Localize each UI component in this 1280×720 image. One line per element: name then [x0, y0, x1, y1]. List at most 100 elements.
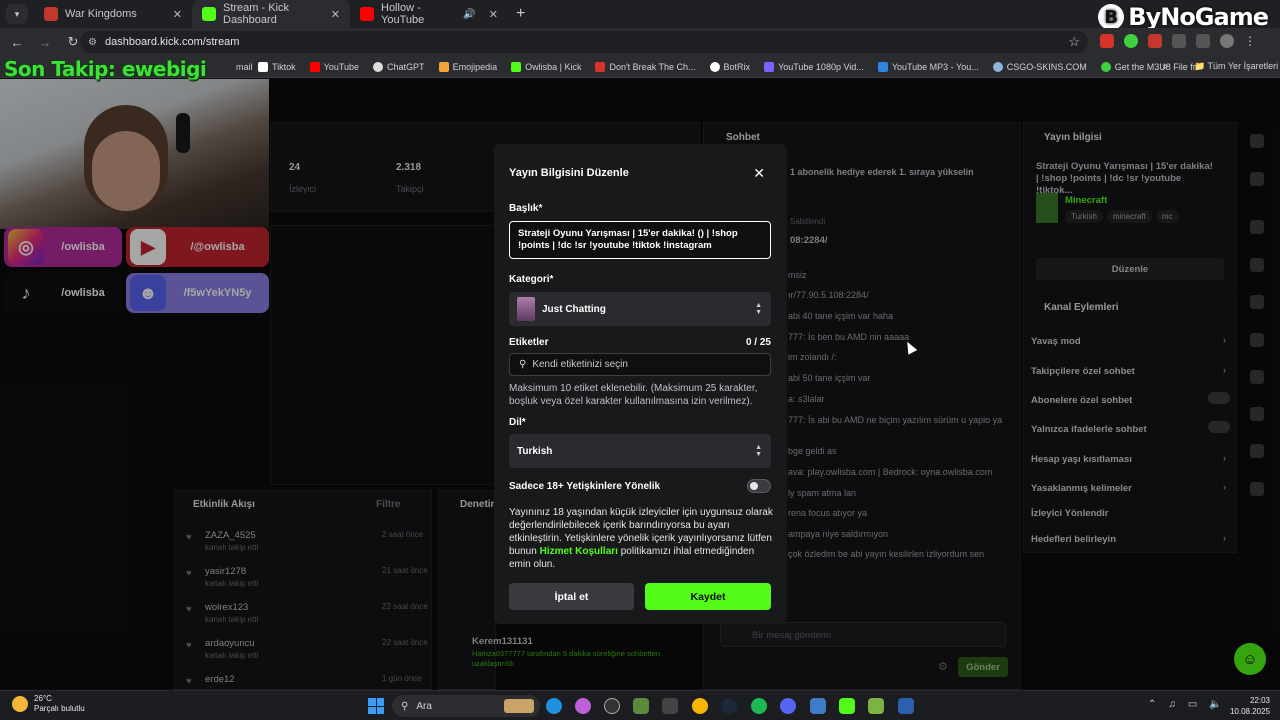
bookmark-chatgpt[interactable]: ChatGPT	[373, 61, 425, 72]
bookmark-youtube-1080p[interactable]: YouTube 1080p Vid...	[764, 61, 864, 72]
channel-action-row[interactable]: Yavaş mod ›	[1031, 335, 1226, 347]
minecraft-launcher-icon[interactable]	[868, 698, 884, 714]
bookmark-emojipedia[interactable]: Emojipedia	[438, 61, 497, 72]
capcut-icon[interactable]	[662, 698, 678, 714]
action-toggle[interactable]	[1208, 392, 1230, 404]
microphone-icon[interactable]: ♫	[1168, 699, 1176, 710]
vpn-icon[interactable]	[898, 698, 914, 714]
channel-action-row[interactable]: Hesap yaşı kısıtlaması ›	[1031, 453, 1226, 465]
extensions-puzzle-icon[interactable]	[1172, 34, 1186, 48]
bookmark-m3u8[interactable]: Get the M3U8 File fr...	[1100, 61, 1203, 72]
minecraft-icon[interactable]	[633, 698, 649, 714]
channel-action-row[interactable]: Hedefleri belirleyin ›	[1031, 533, 1226, 545]
bookmark-owlisba-kick[interactable]: Owlisba | Kick	[511, 61, 581, 72]
activity-user[interactable]: wolrex123	[205, 602, 248, 613]
bookmark-dont-break-chain[interactable]: Don't Break The Ch...	[595, 61, 696, 72]
bookmark-youtube[interactable]: YouTube	[309, 61, 359, 72]
activity-user[interactable]: erde12	[205, 674, 235, 685]
forward-arrow-icon[interactable]: →	[38, 35, 52, 50]
close-tab-icon[interactable]: ✕	[173, 8, 182, 21]
tags-input[interactable]: ⚲ Kendi etiketinizi seçin	[509, 353, 771, 376]
taskbar-search[interactable]: ⚲ Ara	[392, 695, 540, 717]
more-bookmarks-chevron-icon[interactable]: »	[1162, 61, 1168, 72]
channel-action-row[interactable]: İzleyici Yönlendir	[1031, 508, 1226, 519]
language-select[interactable]: Turkish ▲ ▼	[509, 434, 771, 468]
cancel-button[interactable]: İptal et	[509, 583, 634, 610]
bookmark-star-icon[interactable]: ☆	[1068, 34, 1080, 50]
windows-start-icon[interactable]	[368, 698, 384, 714]
tab-kick-dashboard[interactable]: Stream - Kick Dashboard ✕	[192, 0, 350, 28]
chat-send-button[interactable]: Gönder	[958, 657, 1008, 677]
stream-info-category[interactable]: Minecraft	[1065, 195, 1107, 206]
rail-edit-icon[interactable]	[1250, 172, 1264, 186]
action-toggle[interactable]	[1208, 421, 1230, 433]
channel-action-row[interactable]: Yasaklanmış kelimeler ›	[1031, 482, 1226, 494]
bookmark-csgo-skins[interactable]: CSGO-SKINS.COM	[992, 61, 1087, 72]
channel-action-row[interactable]: Takipçilere özel sohbet ›	[1031, 365, 1226, 377]
volume-icon[interactable]: 🔈	[1209, 699, 1221, 710]
extension-green-icon[interactable]	[1124, 34, 1138, 48]
tab-war-kingdoms[interactable]: War Kingdoms ✕	[34, 0, 192, 28]
obs-icon[interactable]	[604, 698, 620, 714]
extension-new-icon[interactable]	[1148, 34, 1162, 48]
site-settings-icon[interactable]: ⚙	[88, 37, 97, 48]
copilot-icon[interactable]	[575, 698, 591, 714]
rail-lightning-icon[interactable]	[1250, 258, 1264, 272]
activity-user[interactable]: ZAZA_4525	[205, 530, 256, 541]
stream-title-input[interactable]: Strateji Oyunu Yarışması | 15'er dakika!…	[509, 221, 771, 259]
support-chat-icon[interactable]: ☺	[1234, 643, 1266, 675]
reading-list-icon[interactable]	[1196, 34, 1210, 48]
save-button[interactable]: Kaydet	[645, 583, 771, 610]
reload-icon[interactable]: ↻	[66, 34, 80, 50]
kick-taskbar-icon[interactable]	[839, 698, 855, 714]
rail-users-icon[interactable]	[1250, 482, 1264, 496]
back-arrow-icon[interactable]: ←	[10, 35, 24, 50]
chrome-icon[interactable]	[692, 698, 708, 714]
activity-user[interactable]: ardaoyuncu	[205, 638, 255, 649]
terms-of-service-link[interactable]: Hizmet Koşulları	[540, 546, 618, 557]
browser-menu-icon[interactable]: ⋮	[1244, 34, 1258, 48]
activity-user[interactable]: yasir1278	[205, 566, 246, 577]
bookmark-youtube-mp3[interactable]: YouTube MP3 - You...	[877, 61, 979, 72]
chat-settings-gear-icon[interactable]: ⚙	[938, 660, 948, 673]
stream-info-edit-button[interactable]: Düzenle	[1036, 258, 1224, 280]
rail-document-icon[interactable]	[1250, 295, 1264, 309]
monitor-icon[interactable]: ▭	[1188, 699, 1197, 710]
bookmark-tiktok[interactable]: Tiktok	[258, 61, 296, 72]
new-tab-icon[interactable]: +	[516, 5, 525, 23]
tab-youtube[interactable]: Hollow - YouTube 🔊 ✕	[350, 0, 508, 28]
taskbar-clock[interactable]: 22:03 10.08.2025	[1222, 695, 1270, 717]
discord-taskbar-icon[interactable]	[780, 698, 796, 714]
app-settings-icon[interactable]	[810, 698, 826, 714]
show-hidden-icons-chevron-icon[interactable]: ⌃	[1148, 699, 1156, 710]
edge-icon[interactable]	[546, 698, 562, 714]
profile-avatar-icon[interactable]	[1220, 34, 1234, 48]
channel-action-row[interactable]: Yalnızca ifadelerle sohbet	[1031, 421, 1230, 435]
rail-broadcast-icon[interactable]	[1250, 370, 1264, 384]
rail-comment-icon[interactable]	[1250, 333, 1264, 347]
activity-filter-button[interactable]: Filtre	[376, 499, 400, 510]
extension-red-icon[interactable]	[1100, 34, 1114, 48]
tab-search-button[interactable]: ▾	[6, 4, 28, 24]
close-tab-icon[interactable]: ✕	[331, 8, 340, 21]
close-tab-icon[interactable]: ✕	[489, 8, 498, 21]
steam-icon[interactable]	[721, 698, 737, 714]
spotify-icon[interactable]	[751, 698, 767, 714]
category-select[interactable]: Just Chatting ▲ ▼	[509, 292, 771, 326]
stream-tag[interactable]: mc	[1155, 210, 1179, 223]
bookmark-mail[interactable]: mail	[236, 62, 253, 72]
rail-layout-icon[interactable]	[1250, 407, 1264, 421]
bookmark-botrix[interactable]: BotRix	[709, 61, 750, 72]
weather-widget[interactable]: 26°C Parçalı bulutlu	[12, 694, 85, 714]
stream-tag[interactable]: minecraft	[1106, 210, 1152, 223]
adult-content-toggle[interactable]	[747, 479, 771, 493]
channel-action-row[interactable]: Abonelere özel sohbet	[1031, 392, 1230, 406]
rail-tools-icon[interactable]	[1250, 444, 1264, 458]
stream-tag[interactable]: Turkish	[1065, 210, 1103, 223]
address-bar[interactable]: ⚙ dashboard.kick.com/stream ☆	[80, 31, 1088, 53]
audio-playing-icon[interactable]: 🔊	[463, 9, 475, 20]
close-icon[interactable]: ✕	[753, 165, 765, 182]
all-bookmarks-folder[interactable]: 📁 Tüm Yer İşaretleri	[1194, 61, 1278, 72]
rail-target-icon[interactable]	[1250, 220, 1264, 234]
rail-chat-icon[interactable]	[1250, 134, 1264, 148]
